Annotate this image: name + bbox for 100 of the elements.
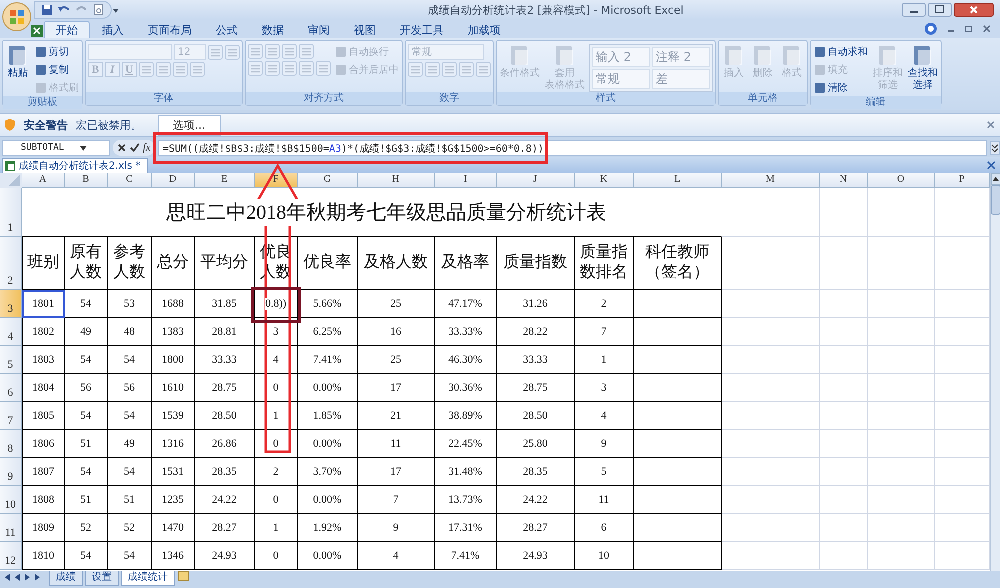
sheet-tab[interactable]: 设置: [85, 571, 119, 586]
row-header[interactable]: 4: [0, 318, 22, 346]
table-cell: 24.22: [497, 486, 575, 514]
column-header[interactable]: B: [65, 173, 108, 188]
row-header[interactable]: 5: [0, 346, 22, 374]
column-header[interactable]: P: [935, 173, 990, 188]
formula-field[interactable]: =SUM((成绩!$B$3:成绩!$B$1500=A3)*(成绩!$G$3:成绩!$G$1500>=60*0.8)): [158, 140, 987, 156]
table-cell: 1804: [22, 374, 65, 402]
table-cell: 1807: [22, 458, 65, 486]
table-cell: 1800: [152, 346, 195, 374]
ribbon-tab[interactable]: 视图: [342, 21, 388, 38]
close-icon[interactable]: [986, 120, 996, 130]
help-icon[interactable]: [924, 22, 938, 36]
column-header[interactable]: J: [497, 173, 575, 188]
table-cell: 0: [273, 438, 279, 450]
table-cell: 11: [575, 486, 634, 514]
table-cell: 47.17%: [435, 290, 497, 318]
column-header[interactable]: I: [435, 173, 497, 188]
maximize-icon[interactable]: [928, 3, 952, 17]
ribbon-tab[interactable]: 公式: [204, 21, 250, 38]
ribbon-tab[interactable]: 开发工具: [388, 21, 456, 38]
ribbon-button[interactable]: 粘贴: [5, 44, 31, 80]
tool-icon: [335, 64, 347, 76]
cancel-icon[interactable]: [117, 143, 127, 153]
table-cell: 16: [358, 318, 435, 346]
empty-cell: [868, 290, 935, 318]
enter-icon[interactable]: [130, 143, 140, 153]
excel-icon[interactable]: [30, 24, 44, 38]
column-header[interactable]: K: [575, 173, 634, 188]
table-cell: 0.00%: [298, 374, 358, 402]
expand-icon[interactable]: [990, 141, 1000, 155]
ribbon-button[interactable]: 剪切: [34, 44, 80, 60]
minimize-icon[interactable]: [902, 3, 926, 17]
dropdown-icon[interactable]: [112, 6, 120, 14]
ribbon-button[interactable]: 清除: [813, 80, 869, 96]
ribbon-button[interactable]: 复制: [34, 62, 80, 78]
table-cell: 54: [108, 402, 152, 430]
column-header[interactable]: E: [195, 173, 255, 188]
empty-cell: [868, 486, 935, 514]
column-header[interactable]: N: [820, 173, 868, 188]
ribbon-tab[interactable]: 开始: [44, 21, 90, 38]
column-header[interactable]: L: [634, 173, 722, 188]
column-heading: 优良率: [298, 237, 358, 290]
table-cell: 33.33: [497, 346, 575, 374]
table-cell: 54: [108, 458, 152, 486]
scroll-up-icon[interactable]: [991, 173, 1000, 185]
table-cell: 54: [108, 346, 152, 374]
row-header[interactable]: 10: [0, 486, 22, 514]
row-header[interactable]: 11: [0, 514, 22, 542]
row-header[interactable]: 3: [0, 290, 22, 318]
sheet-tab[interactable]: 成绩: [49, 571, 83, 586]
table-cell: 24.93: [497, 542, 575, 570]
column-header[interactable]: O: [868, 173, 935, 188]
row-header[interactable]: 12: [0, 542, 22, 570]
row-header[interactable]: 9: [0, 458, 22, 486]
save-icon[interactable]: [41, 4, 53, 16]
row-header[interactable]: 1: [0, 188, 22, 237]
column-header[interactable]: C: [108, 173, 152, 188]
row-header[interactable]: 2: [0, 237, 22, 290]
table-cell: 1801: [22, 290, 65, 318]
ribbon-tab[interactable]: 加载项: [456, 21, 513, 38]
sheet-tab[interactable]: 成绩统计: [121, 571, 175, 586]
ribbon-tab[interactable]: 审阅: [296, 21, 342, 38]
table-cell: 5.66%: [298, 290, 358, 318]
table-cell: 28.50: [195, 402, 255, 430]
dropdown-icon[interactable]: [80, 146, 88, 150]
row-header[interactable]: 7: [0, 402, 22, 430]
close-icon[interactable]: [982, 24, 992, 34]
table-cell: 33.33: [195, 346, 255, 374]
column-header[interactable]: A: [22, 173, 65, 188]
close-icon[interactable]: [954, 3, 994, 17]
column-header[interactable]: D: [152, 173, 195, 188]
empty-cell: [820, 237, 868, 290]
row-header[interactable]: 8: [0, 430, 22, 458]
column-header[interactable]: M: [722, 173, 820, 188]
ribbon-button[interactable]: 自动求和: [813, 44, 869, 60]
name-box[interactable]: SUBTOTAL: [2, 140, 110, 156]
table-cell: 1808: [22, 486, 65, 514]
close-icon[interactable]: [987, 160, 996, 170]
ribbon-tab[interactable]: 插入: [90, 21, 136, 38]
ribbon-tab[interactable]: 数据: [250, 21, 296, 38]
group-label: 样式: [497, 92, 715, 105]
table-cell: 11: [358, 430, 435, 458]
ribbon-button[interactable]: 查找和 选择: [907, 44, 939, 92]
table-cell: 13.73%: [435, 486, 497, 514]
insert-function-button[interactable]: fx: [143, 142, 151, 154]
insert-sheet-icon[interactable]: [177, 571, 191, 583]
column-heading: 参考人数: [108, 237, 152, 290]
column-heading: 平均分: [195, 237, 255, 290]
ribbon-tab[interactable]: 页面布局: [136, 21, 204, 38]
row-header[interactable]: 6: [0, 374, 22, 402]
group-label: 剪贴板: [3, 96, 82, 109]
restore-icon[interactable]: [964, 24, 974, 34]
column-header[interactable]: H: [358, 173, 435, 188]
select-all-icon[interactable]: [0, 173, 22, 189]
scrollbar-thumb[interactable]: [991, 185, 1000, 215]
column-header[interactable]: G: [298, 173, 358, 188]
workbook-tab[interactable]: 成绩自动分析统计表2.xls *: [2, 158, 148, 173]
print-preview-icon[interactable]: [93, 4, 105, 16]
table-cell: 28.75: [497, 374, 575, 402]
